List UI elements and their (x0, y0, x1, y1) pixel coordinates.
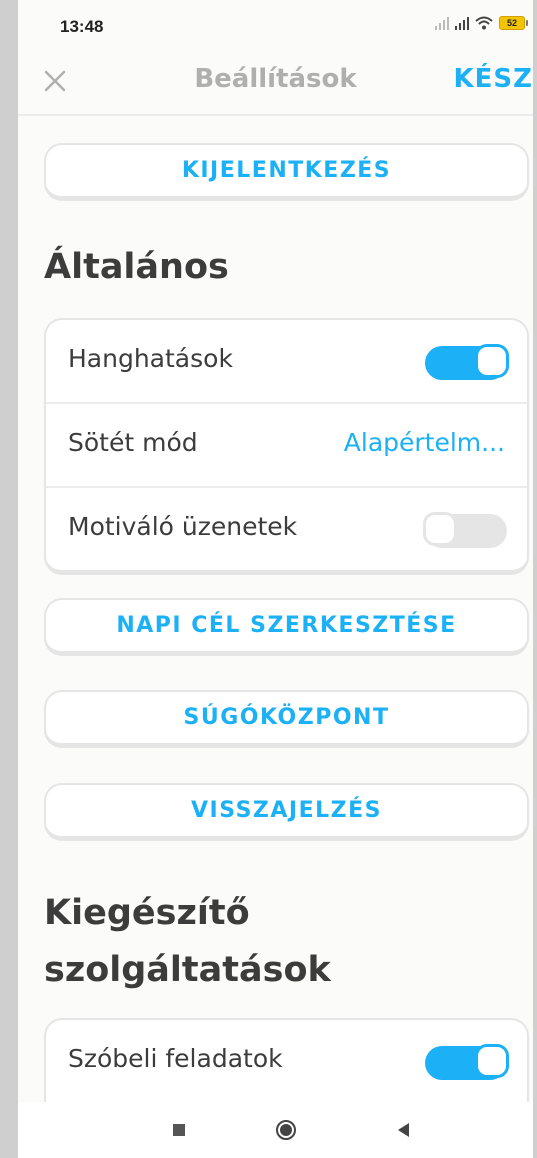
wifi-icon (475, 16, 493, 30)
general-settings-card: Hanghatások Sötét mód Alapértelm... Moti… (44, 318, 529, 575)
status-icons: 52 (435, 16, 528, 30)
help-center-button[interactable]: SÚGÓKÖZPONT (44, 690, 529, 748)
edit-daily-goal-button[interactable]: NAPI CÉL SZERKESZTÉSE (44, 598, 529, 656)
setting-row-motivational-messages[interactable]: Motiváló üzenetek (46, 488, 527, 570)
signal-sim1-icon (435, 16, 449, 30)
logout-button[interactable]: KIJELENTKEZÉS (44, 143, 529, 201)
setting-label: Sötét mód (68, 428, 198, 457)
status-bar: 13:48 52 (18, 0, 533, 50)
setting-label: Motiváló üzenetek (68, 512, 298, 541)
toggle-knob (475, 344, 509, 378)
motivational-messages-toggle[interactable] (423, 512, 507, 548)
done-button[interactable]: KÉSZ (454, 64, 534, 94)
setting-row-speaking-exercises[interactable]: Szóbeli feladatok (46, 1020, 527, 1104)
speaking-exercises-toggle[interactable] (425, 1044, 509, 1080)
right-edge (533, 0, 537, 1158)
toggle-knob (423, 512, 457, 546)
recent-apps-icon[interactable] (173, 1124, 185, 1136)
setting-row-sound-effects[interactable]: Hanghatások (46, 320, 527, 404)
signal-sim2-icon (455, 16, 469, 30)
setting-label: Hanghatások (68, 344, 233, 373)
header-divider (18, 114, 533, 116)
section-title-general: Általános (44, 247, 229, 287)
section-title-additional-line1: Kiegészítő (44, 893, 250, 933)
sound-effects-toggle[interactable] (425, 344, 509, 380)
back-icon[interactable] (398, 1123, 409, 1137)
toggle-knob (475, 1044, 509, 1078)
setting-label: Szóbeli feladatok (68, 1044, 283, 1073)
feedback-button[interactable]: VISSZAJELZÉS (44, 783, 529, 841)
battery-icon: 52 (499, 16, 528, 30)
home-icon[interactable] (276, 1120, 296, 1140)
section-title-additional-line2: szolgáltatások (44, 950, 331, 990)
left-edge (0, 0, 18, 1158)
status-time: 13:48 (60, 17, 104, 36)
dark-mode-value[interactable]: Alapértelm... (344, 428, 505, 457)
top-nav: Beállítások KÉSZ (18, 50, 533, 112)
setting-row-dark-mode[interactable]: Sötét mód Alapértelm... (46, 404, 527, 488)
system-navigation-bar (18, 1102, 533, 1158)
